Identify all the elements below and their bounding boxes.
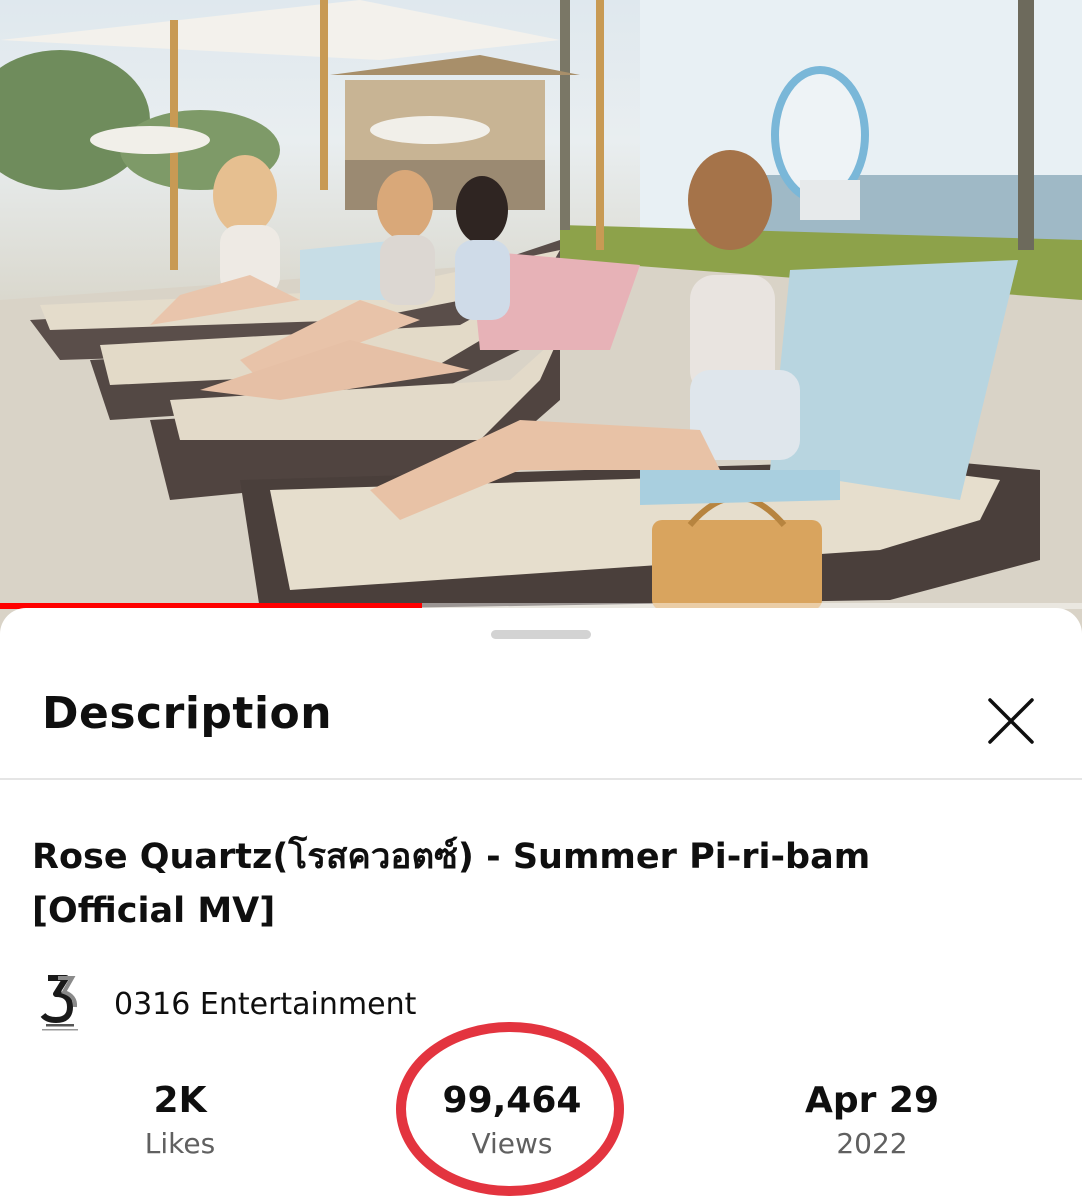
- video-frame-scene: [0, 0, 1082, 640]
- video-player[interactable]: [0, 0, 1082, 640]
- views-count: 99,464: [442, 1080, 582, 1121]
- close-icon: [988, 698, 1034, 744]
- sheet-drag-handle[interactable]: [491, 630, 591, 639]
- video-title: Rose Quartz(โรสควอตซ์) - Summer Pi-ri-ba…: [32, 837, 871, 931]
- description-sheet: Description Rose Quartz(โรสควอตซ์) - Sum…: [0, 608, 1082, 1200]
- upload-date: Apr 29: [804, 1080, 939, 1121]
- header-divider: [0, 778, 1082, 780]
- likes-count: 2K: [153, 1080, 207, 1121]
- upload-year: 2022: [836, 1127, 908, 1160]
- likes-stat: 2K Likes: [60, 1078, 300, 1164]
- close-button[interactable]: [982, 692, 1040, 750]
- channel-logo-icon[interactable]: [36, 974, 86, 1034]
- sheet-title: Description: [42, 688, 333, 739]
- views-label: Views: [471, 1127, 553, 1160]
- likes-label: Likes: [144, 1127, 216, 1160]
- upload-date-stat: Apr 29 2022: [752, 1078, 992, 1164]
- video-stats: 2K Likes 99,464 Views Apr 29 2022: [0, 1078, 1082, 1168]
- views-stat: 99,464 Views: [392, 1078, 632, 1164]
- channel-row[interactable]: 0316 Entertainment: [36, 974, 416, 1034]
- channel-name[interactable]: 0316 Entertainment: [114, 987, 416, 1022]
